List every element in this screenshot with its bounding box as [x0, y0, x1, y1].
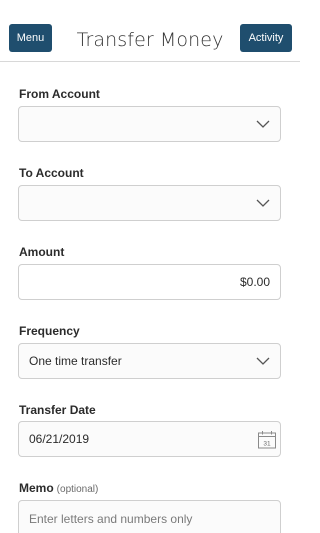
- to-account-select[interactable]: [18, 185, 281, 221]
- transfer-date-label: Transfer Date: [19, 403, 96, 417]
- transfer-date-value: 06/21/2019: [29, 432, 90, 446]
- to-account-label: To Account: [19, 166, 84, 180]
- memo-optional-text: (optional): [56, 484, 99, 495]
- menu-button[interactable]: Menu: [9, 24, 52, 52]
- chevron-down-icon: [256, 199, 270, 207]
- from-account-label: From Account: [19, 87, 100, 101]
- memo-placeholder: Enter letters and numbers only: [29, 512, 193, 526]
- amount-label: Amount: [19, 245, 65, 259]
- memo-label: Memo (optional): [19, 481, 98, 495]
- amount-value: $0.00: [239, 275, 270, 289]
- calendar-day-text: 31: [263, 441, 271, 448]
- frequency-select[interactable]: One time transfer: [18, 343, 281, 379]
- chevron-down-icon: [256, 357, 270, 365]
- calendar-icon[interactable]: 31: [257, 430, 277, 450]
- activity-button[interactable]: Activity: [240, 24, 292, 52]
- from-account-select[interactable]: [18, 106, 281, 142]
- amount-input[interactable]: $0.00: [18, 264, 281, 300]
- transfer-date-input[interactable]: 06/21/2019 31: [18, 421, 281, 457]
- app-header: Menu Transfer Money Activity: [0, 0, 300, 62]
- memo-label-text: Memo: [19, 481, 54, 495]
- page-title: Transfer Money: [76, 29, 224, 51]
- memo-input[interactable]: Enter letters and numbers only: [18, 500, 281, 533]
- chevron-down-icon: [256, 120, 270, 128]
- frequency-value: One time transfer: [29, 354, 122, 368]
- frequency-label: Frequency: [19, 324, 80, 338]
